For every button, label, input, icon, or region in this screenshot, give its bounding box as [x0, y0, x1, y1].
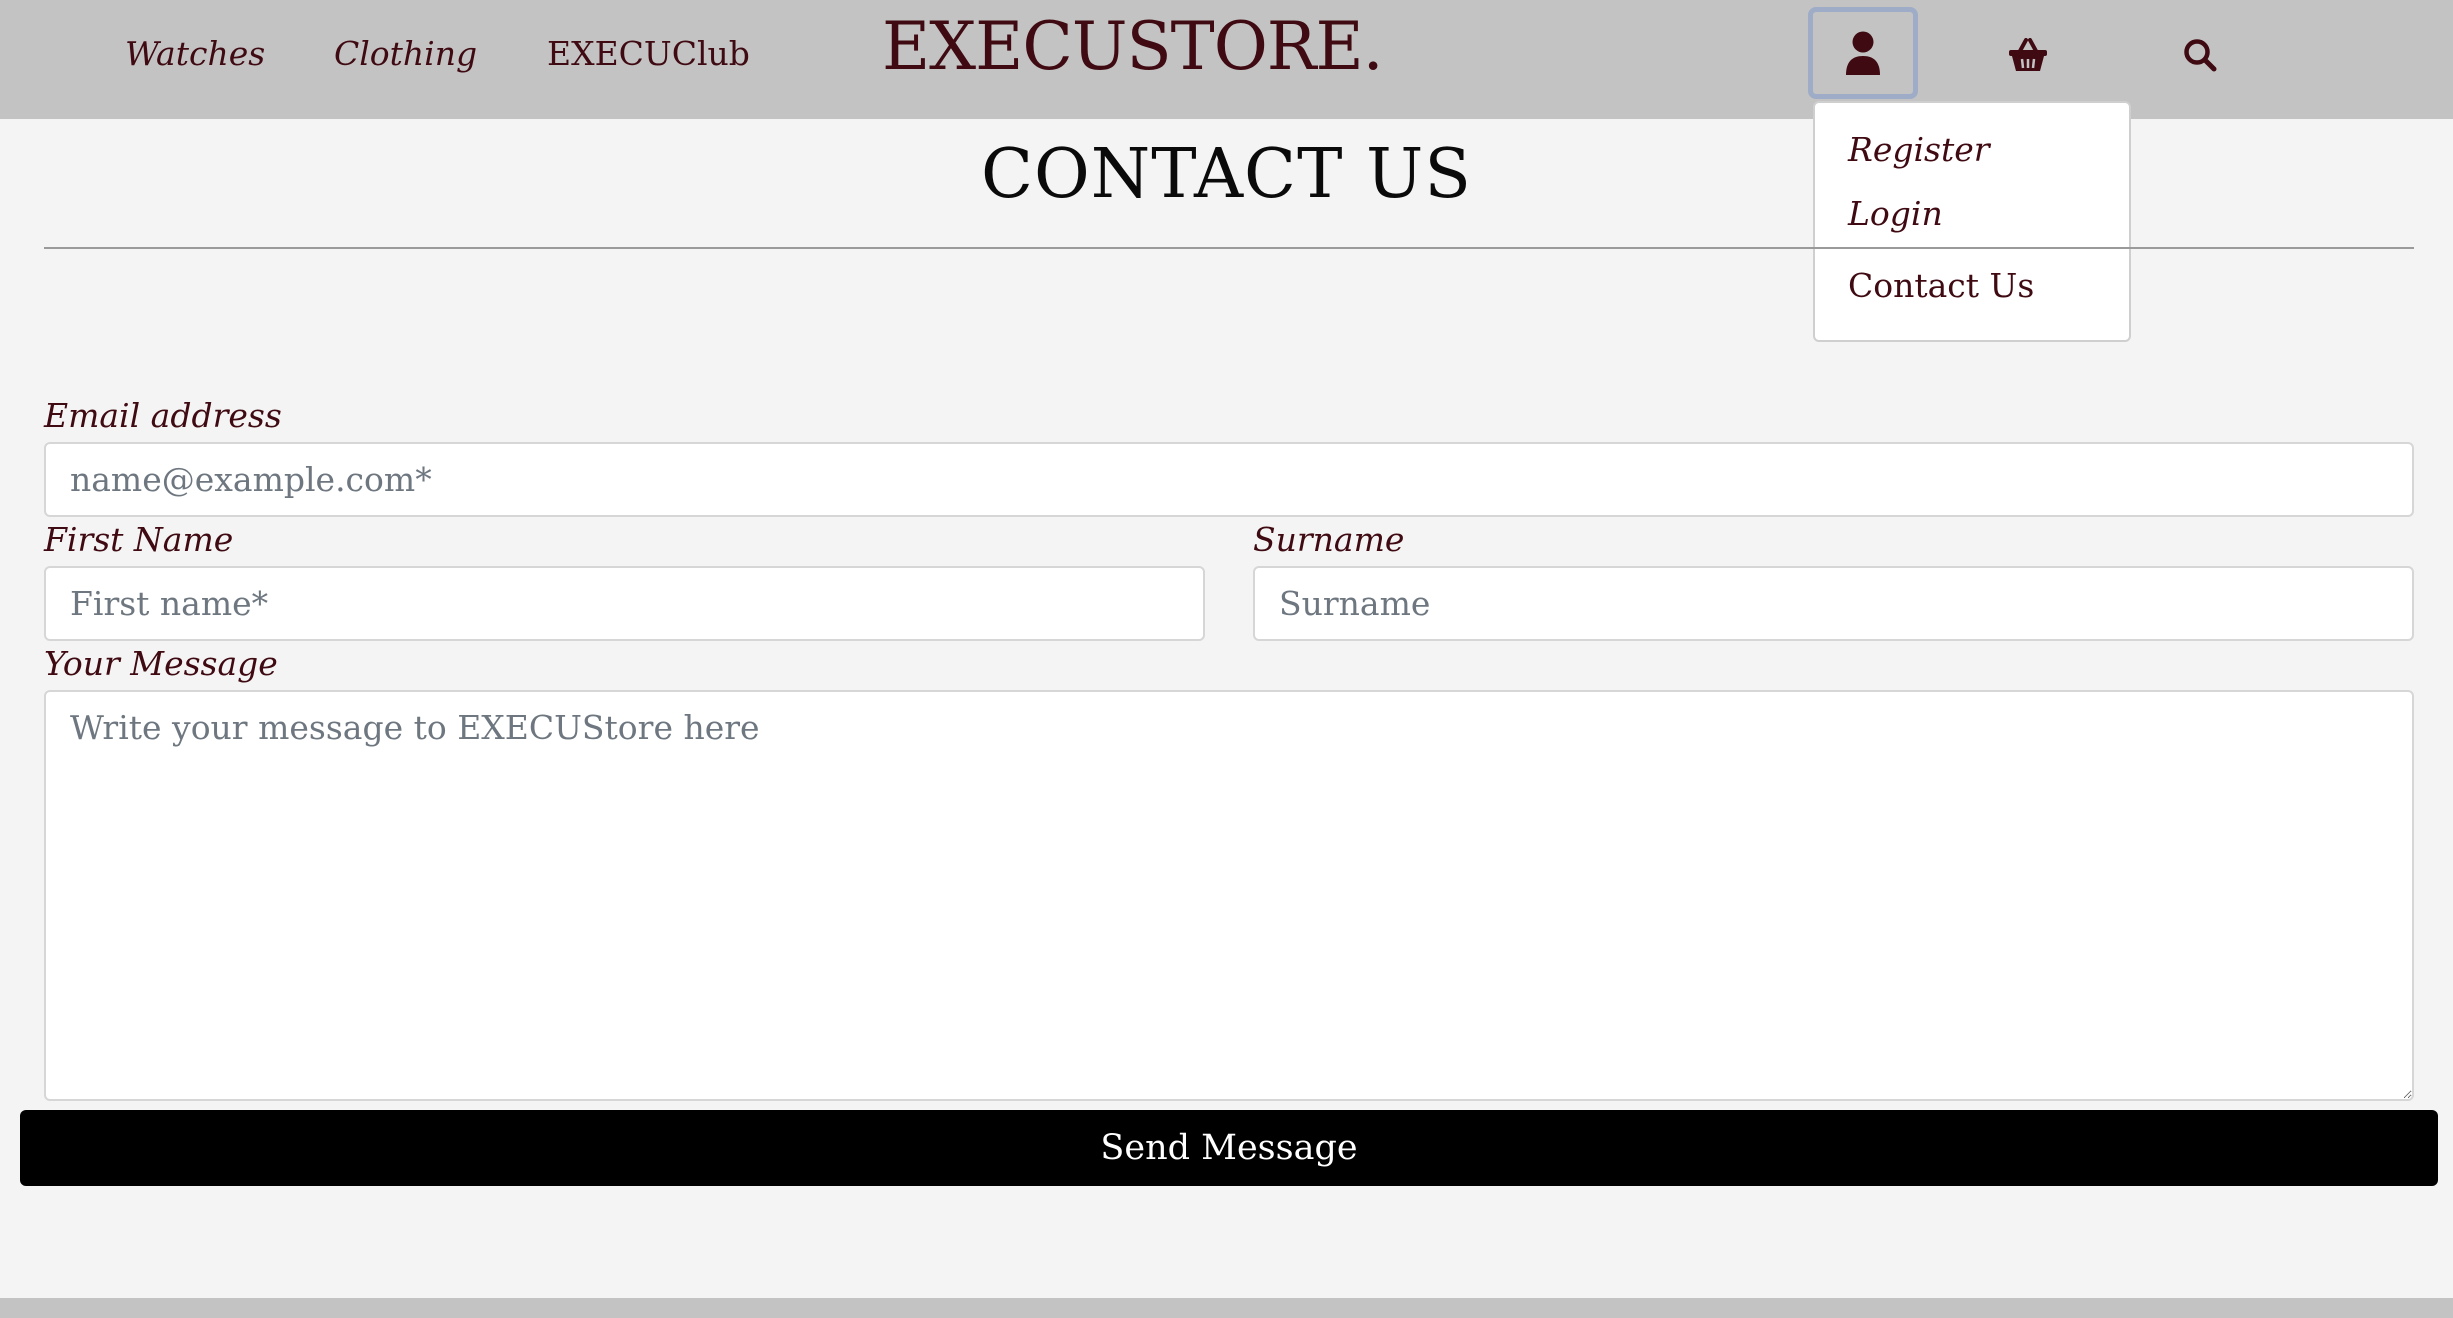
- page-title: CONTACT US: [981, 135, 1472, 214]
- first-name-input[interactable]: [44, 566, 1205, 641]
- nav-link-clothing[interactable]: Clothing: [334, 34, 477, 73]
- search-icon: [2184, 39, 2217, 72]
- footer-strip: [0, 1298, 2453, 1318]
- surname-label: Surname: [1253, 520, 1405, 559]
- basket-button[interactable]: [1990, 20, 2066, 90]
- surname-input[interactable]: [1253, 566, 2414, 641]
- search-button[interactable]: [2162, 20, 2238, 90]
- email-label: Email address: [44, 396, 282, 435]
- message-label: Your Message: [44, 644, 278, 683]
- user-icon: [1846, 31, 1880, 75]
- title-divider: [44, 247, 2414, 249]
- message-textarea[interactable]: [44, 690, 2414, 1101]
- send-message-button[interactable]: Send Message: [20, 1110, 2438, 1186]
- nav-link-watches[interactable]: Watches: [125, 34, 265, 73]
- email-input[interactable]: [44, 442, 2414, 517]
- brand-logo[interactable]: EXECUSTORE.: [882, 8, 1384, 85]
- account-button[interactable]: [1808, 7, 1918, 99]
- basket-icon: [2009, 38, 2047, 71]
- menu-item-contact-us[interactable]: Contact Us: [1848, 266, 2034, 305]
- nav-link-execuclub[interactable]: EXECUClub: [547, 34, 750, 73]
- first-name-label: First Name: [44, 520, 234, 559]
